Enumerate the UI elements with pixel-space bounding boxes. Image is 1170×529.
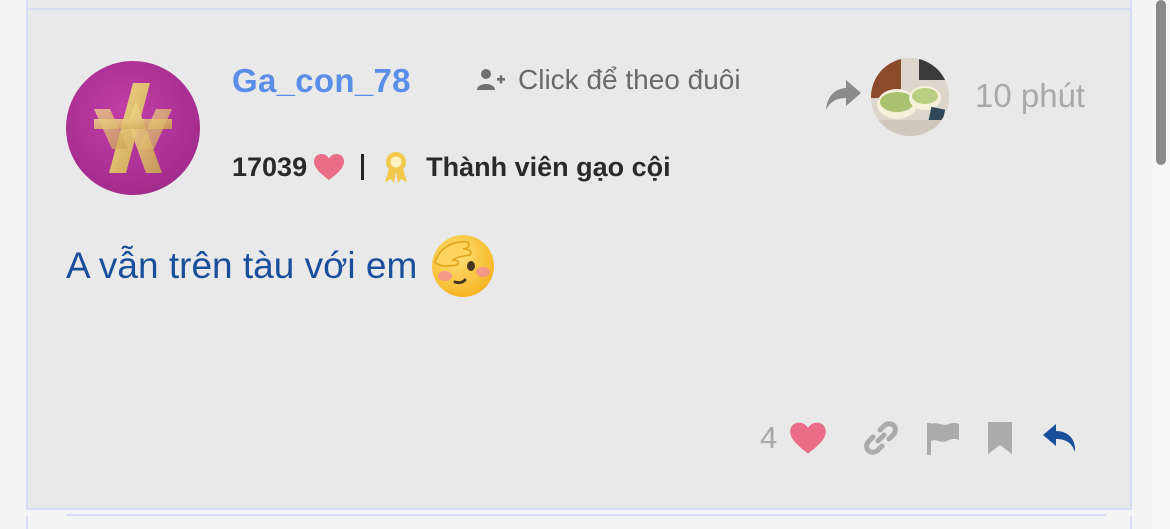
stats-divider (361, 154, 365, 180)
post-time: 10 phút (975, 77, 1086, 114)
heart-icon (314, 154, 345, 180)
previous-post-edge (26, 0, 1132, 10)
heart-icon (790, 422, 827, 454)
post-message: A vẫn trên tàu với em (66, 232, 497, 300)
link-button[interactable] (863, 420, 899, 456)
share-arrow-icon (826, 80, 861, 110)
user-avatar[interactable] (66, 61, 200, 195)
reply-button[interactable] (1041, 421, 1079, 455)
face-peeking-emoji (432, 235, 495, 297)
bookmark-icon (988, 422, 1013, 454)
next-post-edge (26, 516, 1132, 529)
add-user-icon (477, 69, 505, 90)
username-link[interactable]: Ga_con_78 (232, 62, 411, 100)
page: Ga_con_78 Click để theo đuôi 17039 Thành… (0, 0, 1170, 529)
link-icon (864, 421, 899, 455)
user-stats: 17039 Thành viên gạo cội (232, 150, 671, 184)
reply-to-avatar[interactable] (871, 58, 949, 136)
like-button[interactable] (789, 421, 827, 455)
message-text: A vẫn trên tàu với em (66, 245, 418, 286)
logo-avatar-icon (94, 83, 172, 173)
report-button[interactable] (925, 420, 961, 456)
flag-icon (927, 422, 960, 455)
bookmark-button[interactable] (985, 420, 1015, 456)
rank-label: Thành viên gạo cội (426, 151, 671, 182)
scrollbar-thumb[interactable] (1156, 0, 1166, 165)
reply-to-photo (871, 58, 949, 136)
post-actions: 4 (760, 420, 1079, 456)
follow-label: Click để theo đuôi (518, 64, 741, 95)
points-value: 17039 (232, 151, 308, 182)
reply-icon (1043, 424, 1076, 452)
follow-button[interactable]: Click để theo đuôi (476, 64, 741, 96)
medal-icon (385, 152, 408, 183)
like-count: 4 (760, 420, 778, 455)
